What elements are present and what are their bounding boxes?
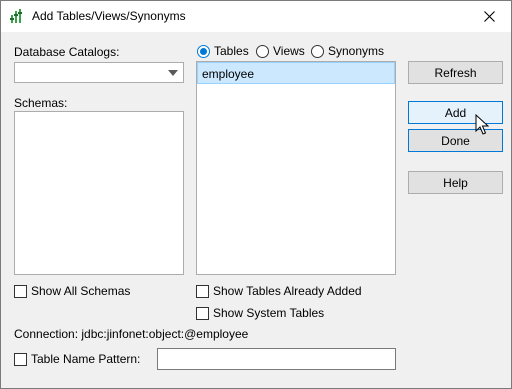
radio-views-label: Views: [273, 44, 305, 58]
mouse-pointer-icon: [475, 114, 489, 135]
checkbox-box[interactable]: [14, 284, 27, 298]
table-name-pattern-input[interactable]: [157, 348, 396, 370]
show-all-schemas-label: Show All Schemas: [31, 284, 131, 298]
refresh-button[interactable]: Refresh: [408, 61, 503, 84]
show-system-tables-label: Show System Tables: [213, 306, 325, 320]
checkbox-box[interactable]: [196, 284, 209, 298]
table-name-pattern-label: Table Name Pattern:: [31, 352, 141, 366]
schemas-list[interactable]: [14, 111, 184, 275]
radio-button[interactable]: [311, 44, 324, 58]
radio-button[interactable]: [256, 44, 269, 58]
radio-button[interactable]: [197, 44, 210, 58]
close-button[interactable]: [467, 1, 511, 31]
radio-synonyms[interactable]: Synonyms: [311, 44, 384, 58]
radio-tables-label: Tables: [214, 44, 249, 58]
connection-text: Connection: jdbc:jinfonet:object:@employ…: [14, 327, 249, 341]
show-all-schemas-checkbox[interactable]: Show All Schemas: [14, 284, 130, 298]
report-builder-icon: [10, 9, 22, 23]
tables-list[interactable]: employee: [196, 61, 396, 275]
radio-tables[interactable]: Tables: [197, 44, 249, 58]
show-tables-added-label: Show Tables Already Added: [213, 284, 362, 298]
catalogs-label: Database Catalogs:: [14, 45, 120, 59]
radio-views[interactable]: Views: [256, 44, 305, 58]
show-system-tables-checkbox[interactable]: Show System Tables: [196, 306, 324, 320]
dialog-title: Add Tables/Views/Synonyms: [32, 9, 186, 23]
catalogs-dropdown[interactable]: [14, 62, 184, 83]
checkbox-box[interactable]: [196, 306, 209, 320]
checkbox-box[interactable]: [14, 352, 27, 366]
close-icon: [483, 10, 495, 22]
chevron-down-icon[interactable]: [168, 70, 178, 76]
radio-synonyms-label: Synonyms: [328, 44, 385, 58]
add-tables-dialog: Add Tables/Views/Synonyms Database Catal…: [0, 0, 512, 389]
title-bar: Add Tables/Views/Synonyms: [1, 1, 511, 32]
show-tables-added-checkbox[interactable]: Show Tables Already Added: [196, 284, 362, 298]
list-item[interactable]: employee: [197, 62, 395, 84]
schemas-label: Schemas:: [14, 96, 68, 110]
table-name-pattern-checkbox[interactable]: Table Name Pattern:: [14, 352, 140, 366]
help-button[interactable]: Help: [408, 171, 503, 194]
